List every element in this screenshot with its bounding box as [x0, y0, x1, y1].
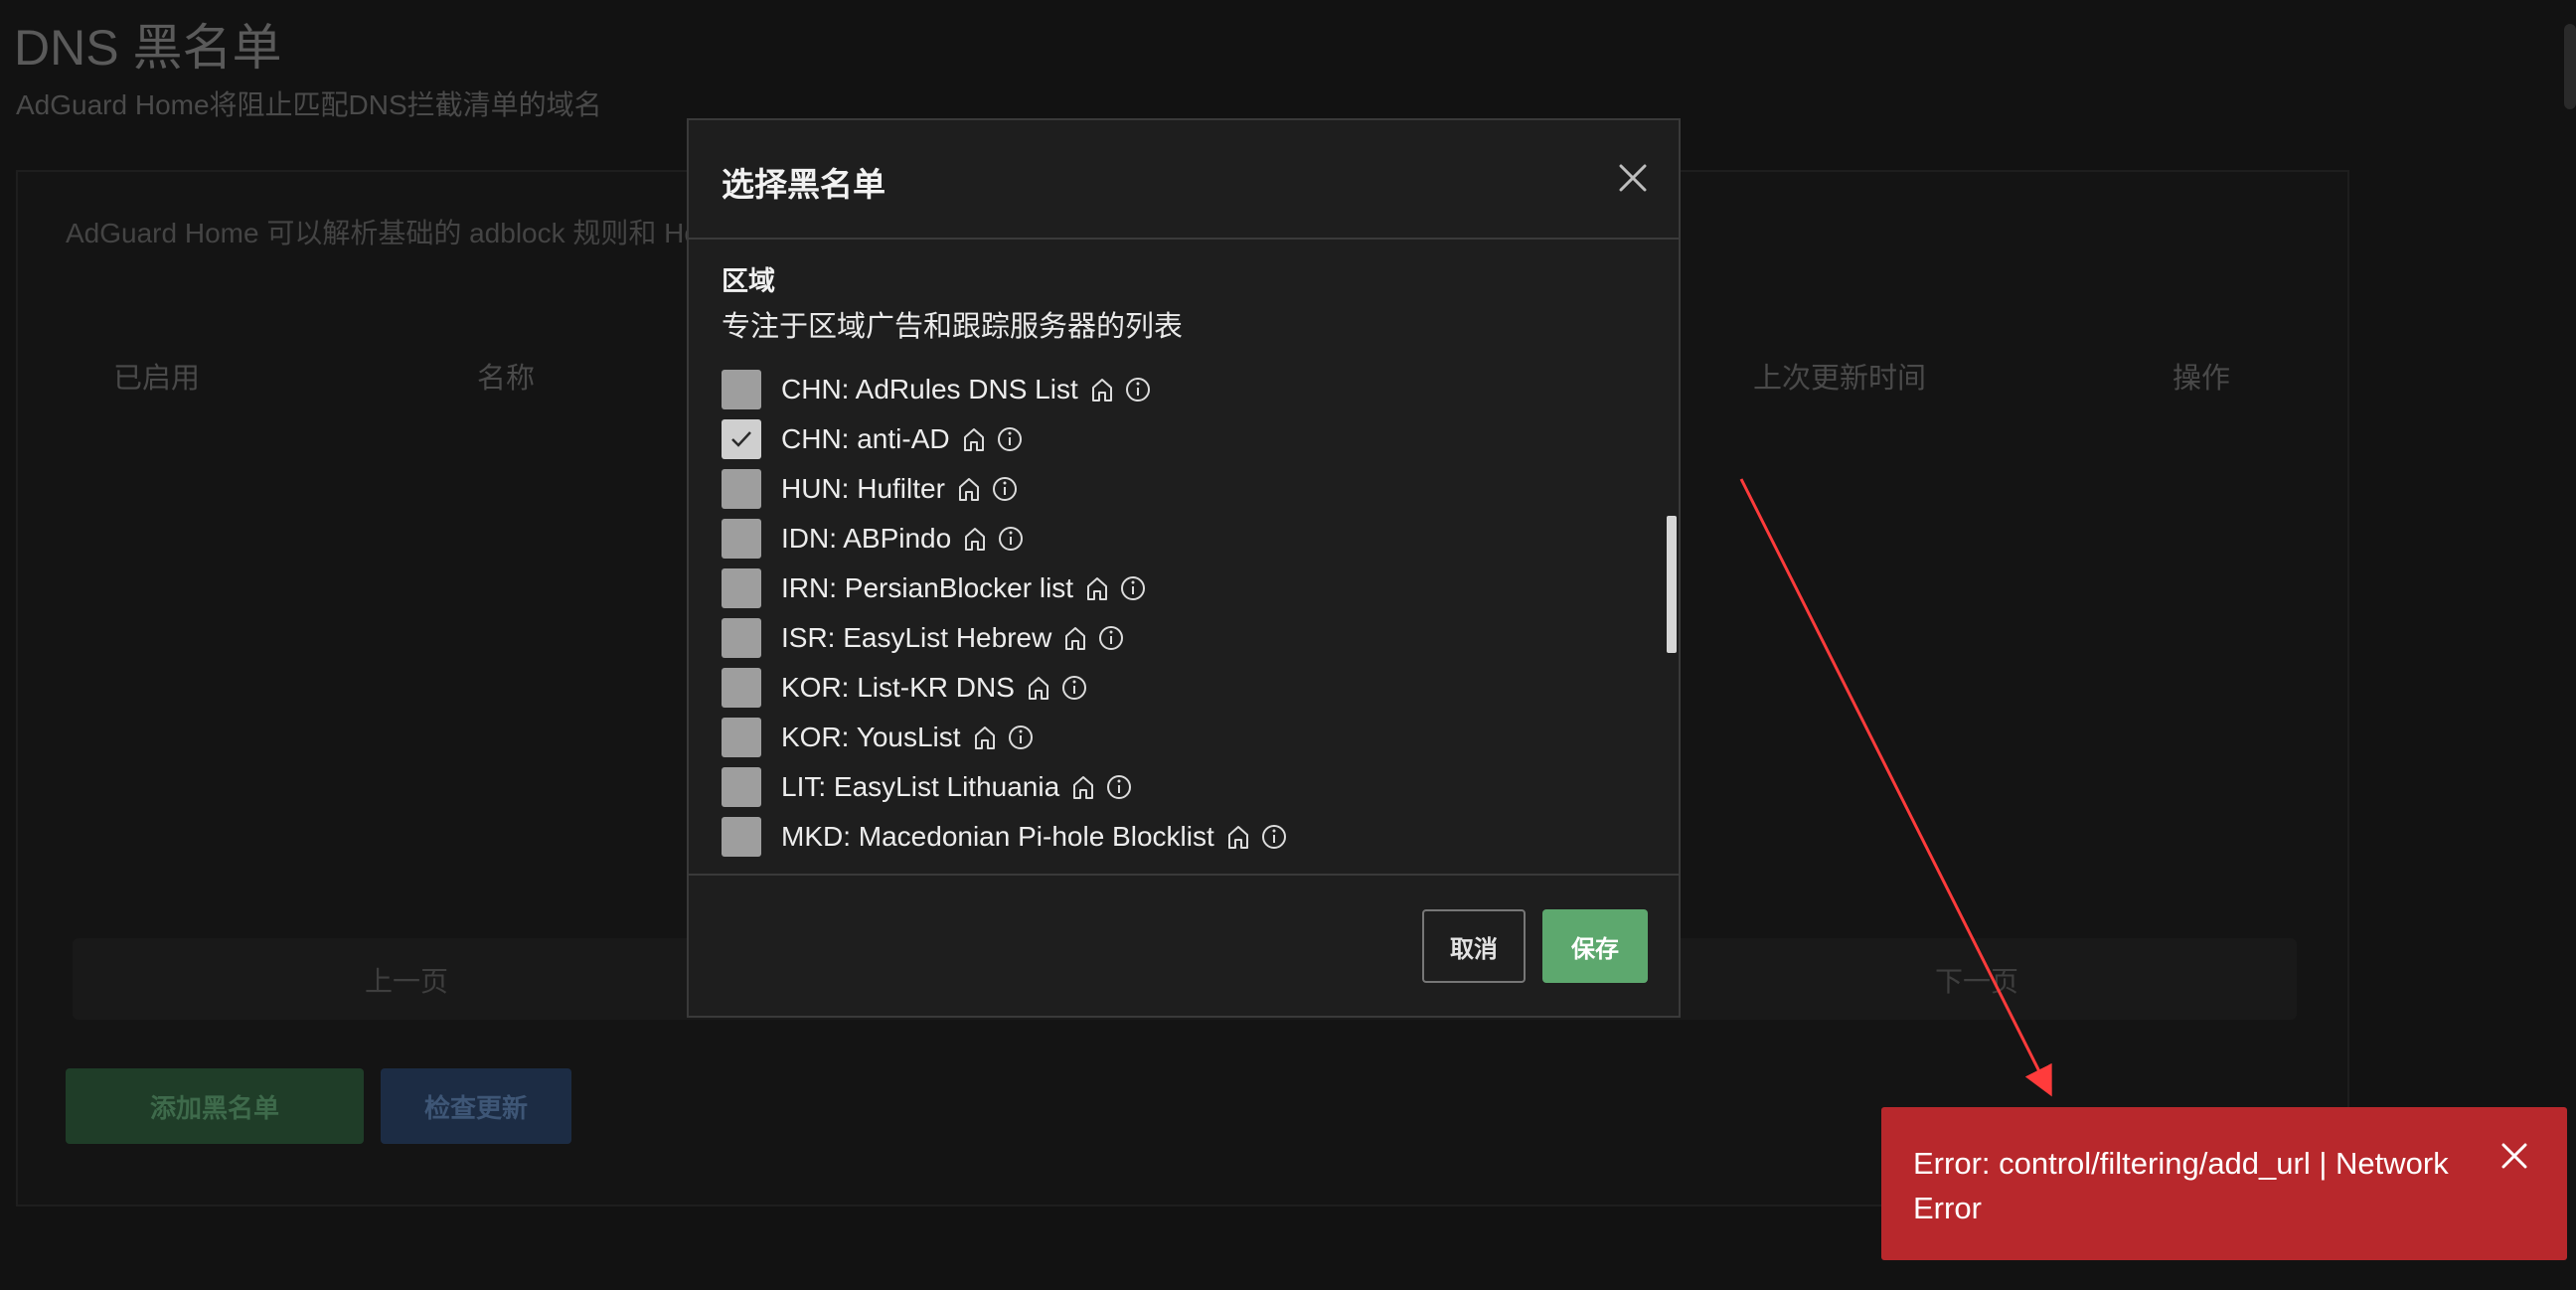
blocklist-item-label[interactable]: MKD: Macedonian Pi-hole Blocklist — [781, 821, 1214, 853]
blocklist-item[interactable]: KOR: YousList — [722, 717, 1035, 758]
card-description: AdGuard Home 可以解析基础的 adblock 规则和 Ho — [66, 218, 700, 248]
column-last-updated[interactable]: 上次更新时间 — [1753, 355, 1926, 397]
modal-scrollbar[interactable] — [1667, 516, 1677, 653]
column-name[interactable]: 名称 — [477, 355, 535, 397]
add-blocklist-button[interactable]: 添加黑名单 — [66, 1068, 364, 1144]
home-icon[interactable] — [1224, 823, 1252, 851]
info-icon[interactable] — [1060, 674, 1088, 702]
error-toast[interactable]: Error: control/filtering/add_url | Netwo… — [1881, 1107, 2567, 1260]
modal-header: 选择黑名单 — [689, 120, 1679, 240]
blocklist-item-label[interactable]: IRN: PersianBlocker list — [781, 572, 1073, 604]
blocklist-item[interactable]: CHN: AdRules DNS List — [722, 369, 1152, 410]
save-button[interactable]: 保存 — [1542, 909, 1648, 983]
info-icon[interactable] — [1124, 376, 1152, 403]
column-actions[interactable]: 操作 — [2173, 355, 2230, 397]
page-scrollbar[interactable] — [2564, 24, 2576, 109]
blocklist-checkbox[interactable] — [722, 370, 761, 409]
blocklist-checkbox[interactable] — [722, 817, 761, 857]
cancel-button[interactable]: 取消 — [1422, 909, 1526, 983]
select-blocklist-modal: 选择黑名单 区域 专注于区域广告和跟踪服务器的列表 CHN: AdRules D… — [687, 118, 1681, 1018]
home-icon[interactable] — [971, 724, 999, 751]
home-icon[interactable] — [961, 525, 989, 553]
home-icon[interactable] — [960, 425, 988, 453]
blocklist-checkbox[interactable] — [722, 519, 761, 559]
info-icon[interactable] — [1260, 823, 1288, 851]
modal-body: CHN: AdRules DNS List CHN: anti-AD HUN: Hu… — [689, 240, 1679, 997]
info-icon[interactable] — [1105, 773, 1133, 801]
error-message: Error: control/filtering/add_url | Netwo… — [1913, 1146, 2449, 1225]
blocklist-item[interactable]: ISR: EasyList Hebrew — [722, 617, 1125, 659]
blocklist-item-label[interactable]: IDN: ABPindo — [781, 523, 951, 555]
blocklist-item-label[interactable]: KOR: List-KR DNS — [781, 672, 1015, 704]
blocklist-item-label[interactable]: CHN: AdRules DNS List — [781, 374, 1078, 405]
info-icon[interactable] — [996, 425, 1024, 453]
info-icon[interactable] — [1097, 624, 1125, 652]
blocklist-item-label[interactable]: ISR: EasyList Hebrew — [781, 622, 1051, 654]
page-title: DNS 黑名单 — [14, 20, 282, 76]
blocklist-item[interactable]: KOR: List-KR DNS — [722, 667, 1088, 709]
home-icon[interactable] — [1061, 624, 1089, 652]
blocklist-checkbox[interactable] — [722, 618, 761, 658]
checkmark-icon — [731, 431, 751, 447]
modal-title: 选择黑名单 — [722, 166, 886, 203]
blocklist-item-label[interactable]: HUN: Hufilter — [781, 473, 945, 505]
close-icon[interactable] — [2499, 1141, 2529, 1171]
check-updates-button[interactable]: 检查更新 — [381, 1068, 571, 1144]
blocklist-checkbox[interactable] — [722, 767, 761, 807]
blocklist-item[interactable]: IDN: ABPindo — [722, 518, 1025, 560]
home-icon[interactable] — [955, 475, 983, 503]
page-subtitle: AdGuard Home将阻止匹配DNS拦截清单的域名 — [16, 89, 602, 120]
home-icon[interactable] — [1083, 574, 1111, 602]
blocklist-item[interactable]: CHN: anti-AD — [722, 418, 1024, 460]
column-enabled[interactable]: 已启用 — [113, 355, 200, 397]
blocklist-item[interactable]: HUN: Hufilter — [722, 468, 1019, 510]
home-icon[interactable] — [1088, 376, 1116, 403]
close-icon[interactable] — [1617, 162, 1649, 194]
blocklist-item-label[interactable]: LIT: EasyList Lithuania — [781, 771, 1059, 803]
home-icon[interactable] — [1069, 773, 1097, 801]
blocklist-checkbox[interactable] — [722, 568, 761, 608]
blocklist-checkbox[interactable] — [722, 718, 761, 757]
blocklist-item[interactable]: IRN: PersianBlocker list — [722, 567, 1147, 609]
prev-page-button[interactable]: 上一页 — [365, 960, 448, 1000]
info-icon[interactable] — [1007, 724, 1035, 751]
info-icon[interactable] — [1119, 574, 1147, 602]
info-icon[interactable] — [997, 525, 1025, 553]
blocklist-item[interactable]: LIT: EasyList Lithuania — [722, 766, 1133, 808]
blocklist-item-label[interactable]: KOR: YousList — [781, 722, 961, 753]
home-icon[interactable] — [1025, 674, 1052, 702]
next-page-button[interactable]: 下一页 — [1935, 960, 2018, 1000]
modal-footer-divider — [689, 874, 1679, 876]
blocklist-checkbox[interactable] — [722, 419, 761, 459]
blocklist-item-label[interactable]: CHN: anti-AD — [781, 423, 950, 455]
blocklist-checkbox[interactable] — [722, 469, 761, 509]
info-icon[interactable] — [991, 475, 1019, 503]
blocklist-checkbox[interactable] — [722, 668, 761, 708]
blocklist-item[interactable]: MKD: Macedonian Pi-hole Blocklist — [722, 816, 1288, 858]
